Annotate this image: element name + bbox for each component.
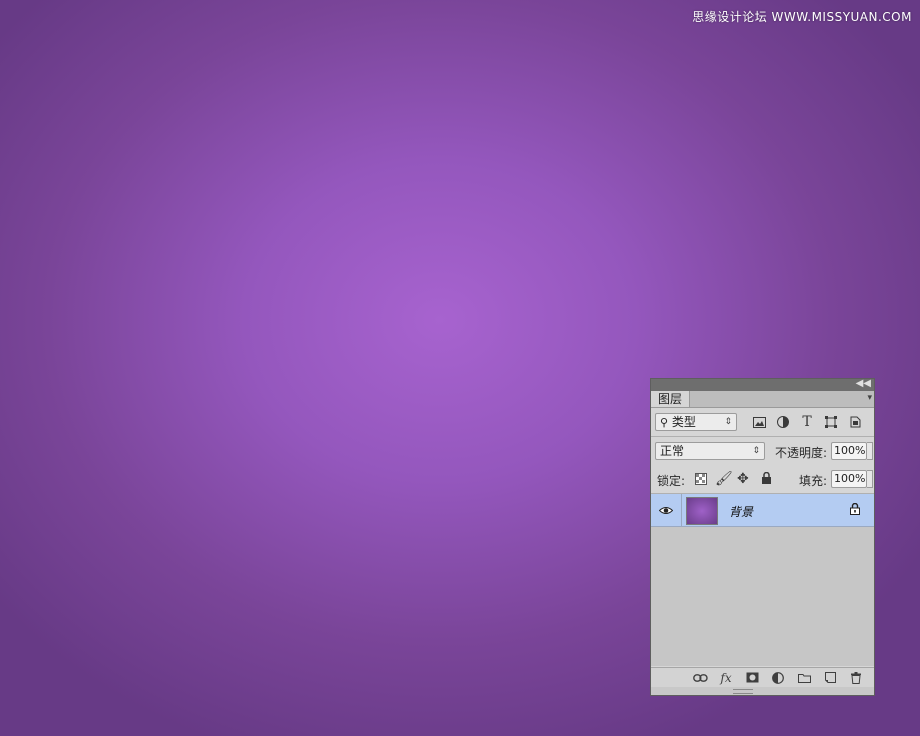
filter-kind-select[interactable]: ⚲ 类型 ⇕ bbox=[655, 413, 737, 431]
image-filter-icon[interactable] bbox=[751, 414, 767, 430]
smart-object-filter-icon[interactable] bbox=[847, 414, 863, 430]
blend-mode-value: 正常 bbox=[660, 444, 685, 458]
search-icon: ⚲ bbox=[660, 416, 669, 429]
group-folder-icon[interactable] bbox=[796, 671, 812, 685]
filter-kind-value: 类型 bbox=[671, 415, 696, 429]
shape-filter-icon[interactable] bbox=[823, 414, 839, 430]
fill-label: 填充: bbox=[799, 474, 828, 488]
link-layers-icon[interactable] bbox=[692, 671, 708, 685]
lock-pixels-icon[interactable]: 🖌 bbox=[715, 471, 733, 487]
opacity-label: 不透明度: bbox=[775, 446, 828, 460]
collapse-icon[interactable]: ◀◀ bbox=[856, 377, 871, 391]
lock-transparent-icon[interactable] bbox=[695, 473, 707, 488]
opacity-input[interactable]: 100% bbox=[831, 442, 867, 460]
lock-position-icon[interactable]: ✥ bbox=[737, 471, 749, 487]
trash-icon[interactable] bbox=[848, 671, 864, 685]
layer-thumbnail[interactable] bbox=[686, 497, 718, 525]
lock-label: 锁定: bbox=[657, 474, 686, 488]
mask-icon[interactable] bbox=[744, 671, 760, 685]
select-arrows-icon: ⇕ bbox=[752, 446, 760, 456]
layers-panel: ◀◀ 图层 ▾ ⚲ 类型 ⇕ T 正常 ⇕ 不透明度: 100% 锁定: 🖌 ✥… bbox=[650, 378, 875, 696]
filter-icons: T bbox=[751, 414, 863, 430]
fill-input[interactable]: 100% bbox=[831, 470, 867, 488]
eye-icon bbox=[659, 506, 673, 514]
select-arrows-icon: ⇕ bbox=[724, 417, 732, 427]
filter-row: ⚲ 类型 ⇕ T bbox=[651, 408, 874, 436]
watermark: 思缘设计论坛 WWW.MISSYUAN.COM bbox=[692, 10, 912, 24]
panel-tabbar: 图层 ▾ bbox=[651, 391, 874, 408]
type-filter-icon[interactable]: T bbox=[799, 414, 815, 430]
adjustment-filter-icon[interactable] bbox=[775, 414, 791, 430]
opacity-dropdown[interactable] bbox=[867, 442, 873, 460]
lock-all-icon[interactable] bbox=[761, 471, 772, 488]
resize-grip[interactable] bbox=[651, 687, 874, 695]
layer-list-empty-area[interactable] bbox=[651, 527, 874, 666]
panel-bottom-toolbar: fx bbox=[651, 667, 874, 687]
grip-mark bbox=[733, 689, 753, 694]
tab-layers[interactable]: 图层 bbox=[651, 391, 691, 407]
fill-dropdown[interactable] bbox=[867, 470, 873, 488]
blend-mode-select[interactable]: 正常 ⇕ bbox=[655, 442, 765, 460]
panel-titlebar[interactable]: ◀◀ bbox=[651, 377, 874, 391]
layer-lock-icon bbox=[850, 502, 860, 518]
adjustment-layer-icon[interactable] bbox=[770, 671, 786, 685]
new-layer-icon[interactable] bbox=[822, 671, 838, 685]
lock-row: 锁定: 🖌 ✥ 填充: 100% bbox=[651, 465, 874, 493]
blend-row: 正常 ⇕ 不透明度: 100% bbox=[651, 437, 874, 465]
fx-icon[interactable]: fx bbox=[718, 671, 734, 685]
visibility-toggle[interactable] bbox=[651, 494, 682, 526]
panel-menu-icon[interactable]: ▾ bbox=[867, 393, 872, 403]
layer-row-background[interactable]: 背景 bbox=[651, 494, 874, 527]
layer-name[interactable]: 背景 bbox=[729, 503, 753, 520]
